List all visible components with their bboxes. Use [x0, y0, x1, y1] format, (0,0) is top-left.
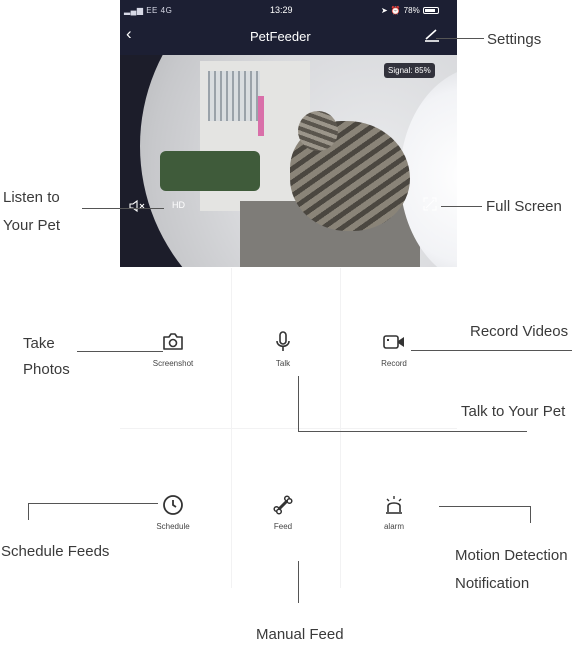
leader-line — [77, 351, 163, 352]
microphone-icon — [276, 331, 290, 351]
edit-icon[interactable] — [423, 28, 440, 42]
leader-line — [439, 506, 531, 507]
leader-line — [28, 503, 158, 504]
leader-line — [530, 506, 531, 523]
talk-button[interactable]: Talk — [243, 330, 323, 368]
record-label: Record — [381, 359, 407, 368]
camera-icon — [163, 333, 183, 350]
callout-schedule-feeds: Schedule Feeds — [1, 543, 110, 560]
talk-label: Talk — [275, 359, 291, 368]
callout-record-videos: Record Videos — [470, 323, 569, 340]
battery-icon — [422, 7, 439, 14]
callout-full-screen: Full Screen — [486, 198, 562, 215]
status-right: ➤ ⏰ 78% — [381, 6, 439, 15]
signal-badge: Signal: 85% — [384, 63, 435, 78]
leader-line — [28, 503, 29, 520]
battery-percent: 78% — [403, 6, 420, 15]
leader-line — [298, 376, 299, 431]
record-button[interactable]: Record — [354, 330, 434, 368]
callout-motion-2: Notification — [455, 575, 530, 592]
room-object — [258, 96, 264, 136]
alarm-button[interactable]: alarm — [354, 493, 434, 531]
feed-button[interactable]: Feed — [243, 493, 323, 531]
video-camera-icon — [383, 335, 404, 349]
hd-toggle[interactable]: HD — [172, 200, 185, 210]
bone-icon — [273, 495, 293, 515]
leader-line — [411, 350, 572, 351]
alarm-label: alarm — [383, 522, 404, 531]
plants — [160, 151, 260, 191]
leader-line — [298, 431, 527, 432]
status-time: 13:29 — [270, 5, 293, 15]
screenshot-button[interactable]: Screenshot — [133, 330, 213, 368]
cat-head — [298, 111, 338, 151]
speaker-mute-icon[interactable] — [129, 199, 146, 213]
callout-talk-to-pet: Talk to Your Pet — [461, 403, 566, 420]
callout-take-photos-2: Photos — [23, 361, 70, 378]
leader-line — [298, 561, 299, 603]
feed-label: Feed — [273, 522, 293, 531]
leader-line — [436, 38, 484, 39]
signal-bars-icon: ▂▄▆ — [124, 6, 144, 15]
network-type: 4G — [160, 6, 173, 15]
grid-divider — [120, 428, 457, 429]
clock-icon — [163, 495, 183, 515]
fullscreen-icon[interactable] — [423, 197, 437, 211]
callout-motion-1: Motion Detection — [455, 547, 568, 564]
callout-listen-2: Your Pet — [3, 217, 60, 234]
leader-line — [82, 208, 164, 209]
screenshot-label: Screenshot — [152, 359, 194, 368]
camera-view — [140, 55, 457, 267]
room-window — [208, 71, 260, 121]
callout-listen-1: Listen to — [3, 189, 60, 206]
schedule-label: Schedule — [156, 522, 190, 531]
schedule-button[interactable]: Schedule — [133, 493, 213, 531]
location-icon: ➤ — [381, 6, 388, 15]
alarm-clock-icon: ⏰ — [390, 6, 401, 15]
callout-settings: Settings — [487, 31, 542, 48]
carrier-name: EE — [146, 6, 158, 15]
leader-line — [441, 206, 482, 207]
chevron-left-icon[interactable]: ‹ — [126, 25, 132, 42]
alarm-icon — [386, 496, 402, 514]
callout-take-photos-1: Take — [23, 335, 55, 352]
video-feed[interactable] — [120, 55, 457, 267]
page-title: PetFeeder — [250, 29, 311, 44]
status-carrier: ▂▄▆ EE 4G — [124, 6, 172, 15]
